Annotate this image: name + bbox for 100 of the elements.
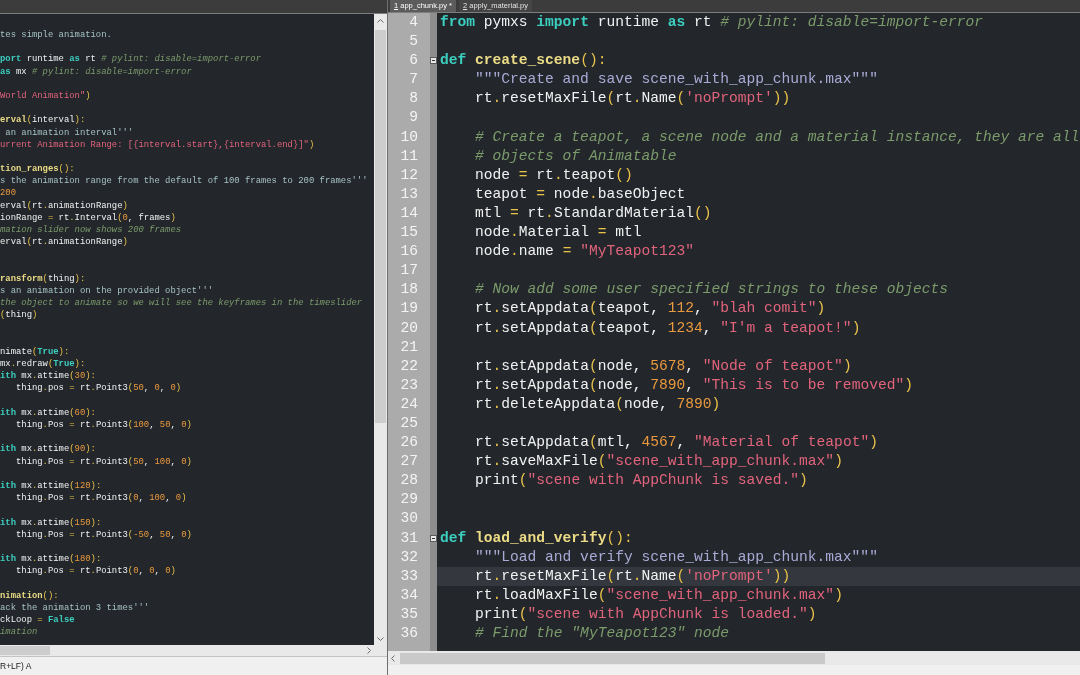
code-line: from pymxs import runtime as rt # pylint: disable=import-error: [440, 14, 983, 30]
code-line: teapot = node.baseObject: [474, 185, 686, 202]
line-number: 14: [400, 204, 418, 221]
horizontal-scrollbar[interactable]: [388, 651, 1080, 665]
code-line: tion_ranges():: [0, 164, 75, 175]
line-number: 24: [400, 395, 418, 412]
code-line: node = rt.teapot(): [474, 166, 633, 183]
code-line: print("scene with AppChunk is saved."): [474, 472, 808, 489]
code-line: as mx # pylint: disable=import-error: [0, 66, 192, 77]
scrollbar-thumb[interactable]: [400, 652, 825, 664]
code-line: ith mx.attime(180):: [0, 554, 102, 565]
line-number: 10: [400, 128, 418, 145]
code-line: thing.Pos = rt.Point3(50, 100, 0): [14, 456, 192, 467]
code-line: imation: [0, 627, 38, 638]
code-line: ionRange = rt.Interval(0, frames): [0, 212, 176, 223]
code-line: mx.redraw(True):: [0, 359, 86, 370]
line-number: 32: [400, 548, 418, 565]
code-line: """Create and save scene_with_app_chunk.max""": [474, 71, 878, 88]
line-number: 36: [400, 625, 418, 641]
line-number: 5: [409, 33, 418, 50]
code-line: port runtime as rt # pylint: disable=import-error: [0, 54, 261, 65]
code-line: rt.loadMaxFile("scene_with_app_chunk.max"): [474, 586, 843, 603]
line-number: 20: [400, 319, 418, 336]
code-line: erval(rt.animationRange): [0, 200, 128, 211]
code-line: rt.resetMaxFile(rt.Name('noPrompt')): [474, 90, 791, 107]
code-line: ckLoop = False: [0, 615, 75, 625]
code-line: rt.resetMaxFile(rt.Name('noPrompt')): [474, 567, 791, 584]
line-number: 25: [400, 414, 418, 431]
code-line: def create_scene():: [440, 52, 607, 69]
code-line: print("scene with AppChunk is loaded."): [474, 605, 817, 622]
code-line: nimation():: [0, 590, 59, 601]
code-line: rt.setAppdata(mtl, 4567, "Material of teapot"): [474, 434, 878, 451]
code-line: ith mx.attime(120):: [0, 480, 102, 491]
line-number: 27: [400, 453, 418, 470]
code-line: rt.setAppdata(node, 5678, "Node of teapot"): [474, 357, 852, 374]
chevron-up-icon[interactable]: [377, 19, 384, 23]
chevron-right-icon[interactable]: [367, 647, 371, 654]
line-number: 9: [409, 109, 418, 126]
line-number: 31: [400, 529, 418, 546]
line-number: 21: [400, 338, 418, 355]
code-line: thing.Pos = rt.Point3(-50, 50, 0): [14, 529, 192, 540]
line-number: 7: [409, 71, 418, 88]
line-number: 17: [400, 262, 418, 279]
line-number: 6: [409, 52, 418, 69]
code-line: s the animation range from the default of 100 frames to 200 frames''': [0, 176, 368, 187]
code-line: s an animation on the provided object''': [0, 285, 214, 296]
code-line: node.name = "MyTeapot123": [474, 243, 694, 260]
code-line: # Create a teapot, a scene node and a material instance, they are all: [474, 128, 1080, 145]
line-number: 4: [409, 14, 418, 30]
line-number: 18: [400, 281, 418, 298]
code-line: thing.Pos = rt.Point3(0, 100, 0): [14, 493, 187, 504]
code-line: """Load and verify scene_with_app_chunk.max""": [474, 548, 878, 565]
code-line: node.Material = mtl: [474, 224, 642, 241]
code-line: mation slider now shows 200 frames: [0, 225, 182, 235]
line-number: 28: [400, 472, 418, 489]
minus-box-icon[interactable]: [430, 57, 437, 65]
line-number: 29: [400, 491, 418, 508]
line-number: 11: [400, 147, 418, 164]
line-number: 34: [400, 586, 418, 603]
code-line: # objects of Animatable: [474, 147, 677, 164]
code-line: erval(rt.animationRange): [0, 237, 128, 248]
code-line: mtl = rt.StandardMaterial(): [474, 204, 712, 221]
line-number: 16: [400, 243, 418, 260]
vertical-scrollbar[interactable]: [374, 14, 387, 645]
line-number: 22: [400, 357, 418, 374]
code-line: an animation interval''': [4, 127, 134, 138]
code-line: ith mx.attime(60):: [0, 407, 96, 418]
code-line: # Now add some user specified strings to these objects: [474, 281, 948, 298]
code-line: World Animation"): [0, 90, 91, 101]
code-line: 200: [0, 188, 16, 199]
code-line: thing.Pos = rt.Point3(0, 0, 0): [14, 566, 176, 577]
line-number: 8: [409, 90, 418, 107]
scrollbar-thumb[interactable]: [375, 30, 386, 423]
status-text: R+LF) A: [0, 661, 32, 671]
line-number: 26: [400, 434, 418, 451]
code-line: rt.setAppdata(node, 7890, "This is to be removed"): [474, 376, 913, 393]
chevron-down-icon[interactable]: [377, 637, 384, 641]
code-line: rt.deleteAppdata(node, 7890): [474, 395, 721, 412]
code-line: urrent Animation Range: [{interval.start},{interval.end}]"): [0, 139, 315, 150]
line-number: 33: [400, 567, 418, 584]
code-line: ack the animation 3 times''': [0, 602, 150, 613]
code-line: rt.setAppdata(teapot, 1234, "I'm a teapot!"): [474, 319, 861, 336]
code-line: ith mx.attime(90):: [0, 444, 96, 455]
line-number: 23: [400, 376, 418, 393]
line-number: 13: [400, 185, 418, 202]
line-number: 35: [400, 605, 418, 622]
code-line: rt.setAppdata(teapot, 112, "blah comit"): [474, 300, 826, 317]
code-line: erval(interval):: [0, 115, 86, 126]
chevron-left-icon[interactable]: [391, 654, 395, 662]
horizontal-scrollbar[interactable]: [0, 645, 387, 656]
line-number: 15: [400, 224, 418, 241]
code-line: rt.saveMaxFile("scene_with_app_chunk.max"): [474, 453, 843, 470]
scrollbar-thumb[interactable]: [0, 646, 50, 655]
code-line: ith mx.attime(30):: [0, 371, 96, 382]
line-number: 12: [400, 166, 418, 183]
minus-box-icon[interactable]: [430, 534, 437, 542]
code-line: the object to animate so we will see the keyframes in the timeslider: [0, 298, 363, 309]
code-line: thing.Pos = rt.Point3(100, 50, 0): [14, 420, 192, 430]
code-line: tes simple animation.: [0, 30, 112, 40]
code-line: def load_and_verify():: [440, 529, 633, 546]
